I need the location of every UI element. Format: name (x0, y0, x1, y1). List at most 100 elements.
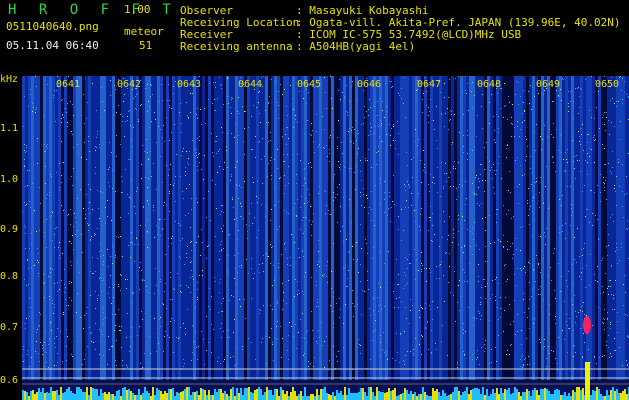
spectrogram-speckle (509, 354, 510, 355)
spectrogram-speckle (555, 298, 556, 299)
spectrogram-speckle (457, 367, 458, 368)
spectrogram-speckle (610, 353, 611, 354)
spectrogram-speckle (255, 136, 256, 137)
spectrogram-speckle (89, 151, 90, 152)
spectrogram-speckle (36, 231, 37, 232)
spectrogram-speckle (180, 285, 181, 286)
spectrogram-speckle (25, 152, 26, 153)
spectrogram-speckle (493, 164, 494, 165)
spectrogram-speckle (524, 266, 525, 267)
spectrogram-streak (316, 76, 319, 380)
spectrogram-speckle (381, 141, 382, 142)
spectrogram-speckle (561, 100, 562, 101)
spectrogram-speckle (282, 309, 283, 310)
spectrogram-speckle (544, 339, 545, 340)
spectrogram-speckle (94, 233, 95, 234)
spectrogram-speckle (75, 234, 76, 235)
spectrogram-speckle (291, 234, 292, 235)
spectrogram-speckle (377, 297, 378, 298)
spectrogram-streak (418, 76, 421, 380)
spectrogram-speckle (168, 175, 169, 176)
spectrogram-speckle (491, 94, 492, 95)
noise-floor-bar (84, 392, 86, 400)
spectrogram-speckle (544, 232, 545, 233)
spectrogram-speckle (466, 198, 467, 199)
noise-floor-bar (474, 388, 476, 400)
spectrogram-speckle (457, 302, 458, 303)
spectrogram-speckle (226, 146, 227, 147)
spectrogram-speckle (221, 241, 222, 242)
spectrogram-speckle (581, 134, 582, 135)
noise-floor-bar (332, 392, 334, 400)
spectrogram-speckle (520, 227, 521, 228)
noise-floor-bar (460, 395, 462, 400)
spectrogram-speckle (524, 359, 525, 360)
spectrogram-speckle (136, 237, 137, 238)
spectrogram-speckle (257, 181, 258, 182)
spectrogram-speckle (284, 244, 285, 245)
spectrogram-speckle (181, 155, 182, 156)
spectrogram-speckle (56, 365, 57, 366)
noise-floor-bar (66, 389, 68, 400)
spectrogram-speckle (503, 246, 504, 247)
spectrogram-speckle (316, 114, 317, 115)
spectrogram-speckle (63, 312, 64, 313)
spectrogram-speckle (517, 186, 518, 187)
spectrogram-speckle (489, 363, 490, 364)
spectrogram-speckle (227, 337, 228, 338)
spectrogram-speckle (337, 137, 338, 138)
spectrogram-speckle (237, 347, 238, 348)
noise-floor-bar (358, 392, 360, 400)
spectrogram-speckle (422, 265, 423, 266)
spectrogram-speckle (212, 103, 213, 104)
spectrogram-speckle (222, 231, 223, 232)
spectrogram-speckle (496, 277, 497, 278)
spectrogram-streak (145, 76, 148, 380)
noise-floor-bar (554, 390, 556, 400)
spectrogram-speckle (451, 144, 452, 145)
spectrogram-speckle (575, 178, 576, 179)
spectrogram-speckle (288, 335, 289, 336)
noise-floor-bar (542, 389, 544, 400)
noise-floor-bar (550, 394, 552, 400)
spectrogram-speckle (190, 292, 191, 293)
spectrogram-speckle (306, 103, 307, 104)
spectrogram-speckle (591, 76, 592, 77)
spectrogram-speckle (467, 159, 468, 160)
spectrogram-speckle (124, 94, 125, 95)
spectrogram-speckle (238, 253, 239, 254)
spectrogram-speckle (316, 306, 317, 307)
spectrogram-speckle (338, 90, 339, 91)
spectrogram-speckle (318, 251, 319, 252)
spectrogram-speckle (494, 170, 495, 171)
spectrogram-speckle (160, 279, 161, 280)
spectrogram-speckle (367, 160, 368, 161)
spectrogram-speckle (206, 350, 207, 351)
spectrogram-speckle (384, 199, 385, 200)
spectrogram-speckle (326, 336, 327, 337)
spectrogram-speckle (339, 298, 340, 299)
spectrogram-speckle (71, 265, 72, 266)
spectrogram-speckle (24, 165, 25, 166)
spectrogram-speckle (227, 77, 228, 78)
noise-floor-bar (244, 388, 246, 400)
spectrogram-speckle (286, 212, 287, 213)
noise-floor-bar (42, 388, 44, 400)
spectrogram-speckle (332, 108, 333, 109)
spectrogram-speckle (81, 234, 82, 235)
spectrogram-speckle (579, 136, 580, 137)
spectrogram-speckle (191, 270, 192, 271)
spectrogram-speckle (248, 338, 249, 339)
noise-floor-bar (288, 396, 290, 400)
spectrogram-speckle (111, 303, 112, 304)
spectrogram-speckle (147, 187, 148, 188)
spectrogram-speckle (27, 170, 28, 171)
spectrogram-speckle (139, 326, 140, 327)
spectrogram-streak (226, 76, 229, 380)
spectrogram-speckle (370, 107, 371, 108)
spectrogram-speckle (242, 346, 243, 347)
spectrogram-streak (271, 76, 274, 380)
spectrogram-speckle (98, 208, 99, 209)
spectrogram-speckle (167, 335, 168, 336)
spectrogram-speckle (210, 309, 211, 310)
